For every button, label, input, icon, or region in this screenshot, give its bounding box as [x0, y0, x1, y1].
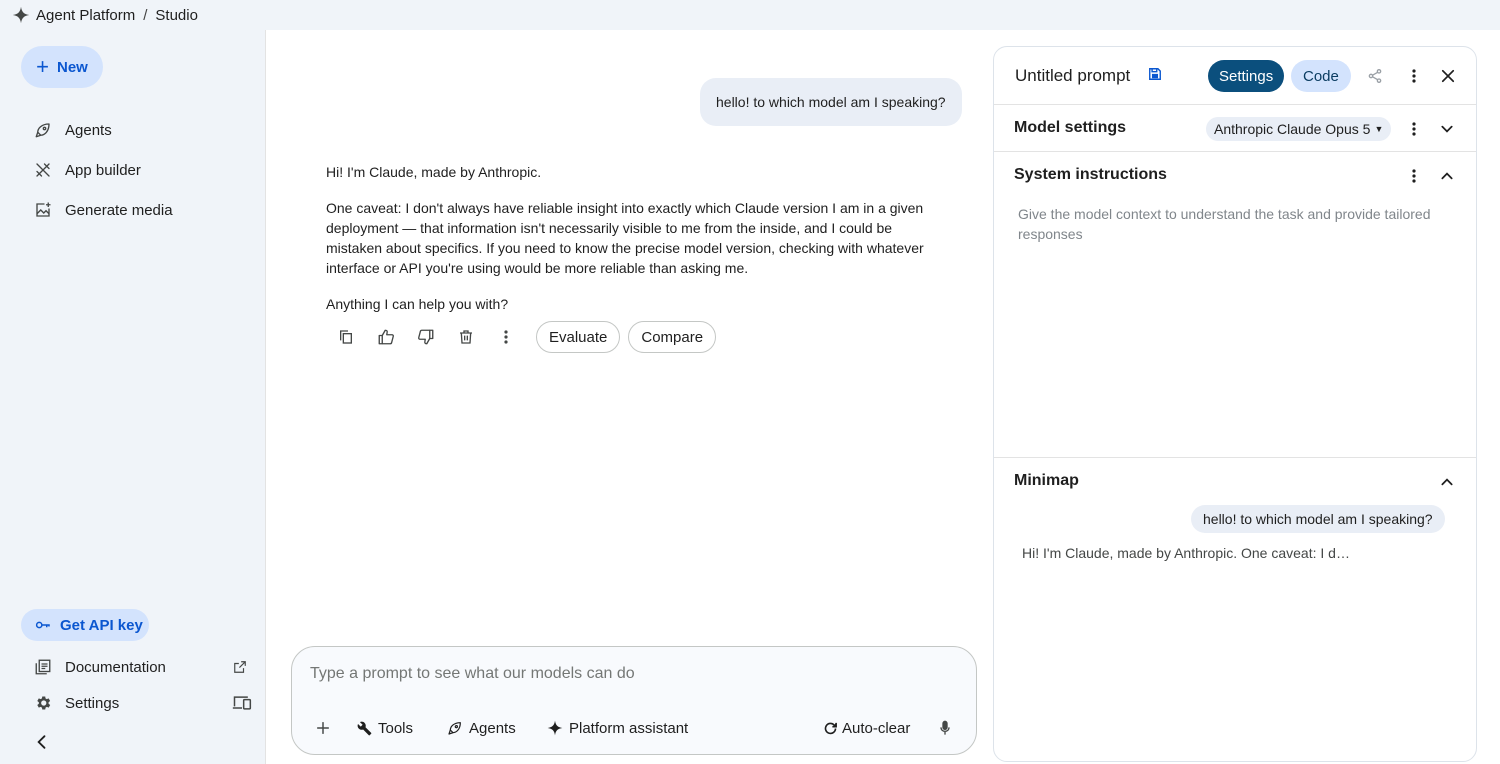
add-button[interactable] [316, 716, 330, 740]
image-add-icon [33, 200, 53, 220]
plus-icon: + [36, 54, 49, 79]
thumbs-up-icon[interactable] [376, 327, 396, 347]
sidebar-item-app-builder[interactable]: App builder [10, 152, 250, 188]
prompt-box: Tools Agents Platform assistant Auto-cle… [291, 646, 977, 755]
tools-icon [33, 160, 53, 180]
delete-icon[interactable] [456, 327, 476, 347]
refresh-icon [823, 721, 838, 736]
chevron-up-icon[interactable] [1437, 166, 1457, 186]
prompt-input[interactable] [310, 661, 950, 687]
minimap-user-message[interactable]: hello! to which model am I speaking? [1191, 505, 1445, 533]
sidebar-item-label: Documentation [65, 658, 166, 676]
agents-button[interactable]: Agents [447, 716, 516, 740]
platform-assistant-button[interactable]: Platform assistant [547, 716, 688, 740]
reply-actions: Evaluate Compare [336, 320, 724, 354]
evaluate-button[interactable]: Evaluate [536, 321, 621, 353]
agents-label: Agents [469, 719, 516, 737]
sidebar-item-generate-media[interactable]: Generate media [10, 192, 250, 228]
auto-clear-button[interactable]: Auto-clear [823, 716, 910, 740]
new-button-label: New [57, 58, 88, 76]
compare-button[interactable]: Compare [628, 321, 717, 353]
user-message: hello! to which model am I speaking? [700, 78, 962, 126]
chevron-up-icon[interactable] [1437, 472, 1457, 492]
system-instructions-section: System instructions Give the model conte… [994, 152, 1476, 458]
get-api-key-button[interactable]: Get API key [21, 609, 149, 641]
auto-clear-label: Auto-clear [842, 719, 911, 737]
tab-settings[interactable]: Settings [1208, 60, 1285, 92]
sidebar-item-label: Generate media [65, 201, 173, 219]
documentation-icon [33, 657, 53, 677]
more-vert-icon[interactable] [1404, 166, 1424, 186]
model-settings-section: Model settings Anthropic Claude Opus 5 ▼ [994, 105, 1476, 152]
model-selector[interactable]: Anthropic Claude Opus 5 ▼ [1206, 117, 1392, 141]
system-instructions-title: System instructions [1014, 166, 1167, 183]
platform-assistant-label: Platform assistant [569, 719, 689, 737]
tools-button[interactable]: Tools [357, 716, 413, 740]
model-reply: Hi! I'm Claude, made by Anthropic. One c… [326, 162, 936, 330]
sparkle-icon [12, 6, 30, 24]
key-icon [34, 616, 52, 634]
rocket-icon [33, 120, 53, 140]
breadcrumb: Agent Platform / Studio [0, 0, 1500, 30]
sidebar-item-documentation[interactable]: Documentation [10, 649, 250, 685]
thumbs-down-icon[interactable] [416, 327, 436, 347]
sidebar-item-label: Agents [65, 121, 112, 139]
copy-icon[interactable] [336, 327, 356, 347]
get-api-key-label: Get API key [60, 616, 143, 634]
minimap-title: Minimap [1014, 472, 1079, 489]
minimap-model-reply[interactable]: Hi! I'm Claude, made by Anthropic. One c… [1022, 545, 1350, 561]
panel-header: Untitled prompt Settings Code [994, 47, 1476, 105]
new-button[interactable]: + New [21, 46, 103, 88]
external-link-icon [230, 657, 250, 677]
prompt-title[interactable]: Untitled prompt [1015, 66, 1130, 86]
tools-label: Tools [378, 719, 414, 737]
model-settings-title: Model settings [1014, 119, 1127, 136]
run-settings-panel: Untitled prompt Settings Code Model sett… [993, 46, 1477, 762]
share-icon[interactable] [1365, 66, 1385, 86]
save-icon[interactable] [1148, 67, 1164, 83]
reply-paragraph: Hi! I'm Claude, made by Anthropic. [326, 164, 542, 180]
devices-icon[interactable] [232, 693, 252, 713]
plus-icon [317, 722, 329, 734]
breadcrumb-current: Studio [155, 6, 198, 24]
sidebar-item-label: App builder [65, 161, 141, 179]
breadcrumb-separator: / [143, 6, 148, 24]
reply-paragraph: Anything I can help you with? [326, 296, 509, 312]
model-name: Anthropic Claude Opus 5 [1214, 121, 1371, 137]
gear-icon [33, 693, 53, 713]
collapse-sidebar-icon[interactable] [32, 732, 52, 752]
microphone-icon[interactable] [939, 716, 951, 740]
sparkle-icon [547, 720, 563, 736]
sidebar-item-settings[interactable]: Settings [10, 685, 252, 721]
rocket-icon [447, 720, 463, 736]
more-vert-icon[interactable] [496, 327, 516, 347]
chevron-down-icon[interactable] [1437, 119, 1457, 139]
close-icon[interactable] [1438, 66, 1458, 86]
more-vert-icon[interactable] [1404, 66, 1424, 86]
tab-code[interactable]: Code [1291, 60, 1351, 92]
dropdown-caret-icon: ▼ [1374, 124, 1384, 134]
sidebar: + New Agents App builder Generate media … [10, 30, 265, 764]
sidebar-item-label: Settings [65, 694, 120, 712]
sidebar-item-agents[interactable]: Agents [10, 112, 250, 148]
breadcrumb-root[interactable]: Agent Platform [36, 7, 135, 24]
more-vert-icon[interactable] [1404, 119, 1424, 139]
reply-paragraph: One caveat: I don't always have reliable… [326, 200, 924, 276]
wrench-icon [357, 721, 372, 736]
system-instructions-input[interactable]: Give the model context to understand the… [1018, 204, 1448, 244]
